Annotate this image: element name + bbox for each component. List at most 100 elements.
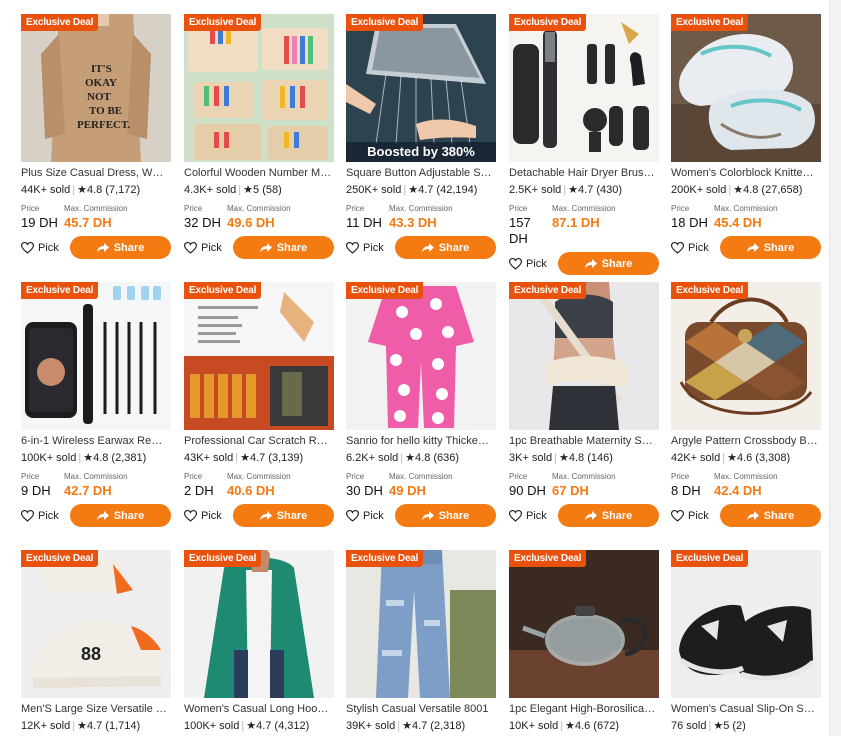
product-card[interactable]: IT'S OKAY NOT TO BE PERFECT. Exclusive D… [21, 14, 171, 259]
pick-button[interactable]: Pick [184, 509, 233, 522]
product-image[interactable]: Exclusive Deal [509, 282, 659, 430]
product-title[interactable]: Detachable Hair Dryer Brush, ... [509, 167, 657, 180]
product-title[interactable]: Men'S Large Size Versatile Chi... [21, 703, 169, 716]
product-title[interactable]: Women's Casual Long Hoode... [184, 703, 332, 716]
product-card[interactable]: Exclusive Deal Colorful Wooden Number Ma… [184, 14, 334, 259]
product-card[interactable]: Exclusive Deal Argyle Pattern Crossbody … [671, 282, 821, 527]
product-card[interactable]: 88 Exclusive Deal Men'S Large Size Versa… [21, 550, 171, 733]
product-image[interactable]: Exclusive Deal Boosted by 380% [346, 14, 496, 162]
pick-button[interactable]: Pick [671, 241, 720, 254]
share-button[interactable]: Share [558, 504, 659, 527]
product-card[interactable]: Exclusive Deal 1pc Elegant High-Borosili… [509, 550, 659, 733]
product-card[interactable]: Exclusive Deal Stylish Casual Versatile … [346, 550, 496, 733]
share-button[interactable]: Share [395, 504, 496, 527]
dress-print-text: IT'S [91, 63, 112, 75]
product-stats: 43K+ sold | ★4.7 (3,139) [184, 452, 304, 464]
product-image[interactable]: Exclusive Deal [509, 14, 659, 162]
sold-count: 12K+ sold [21, 720, 71, 732]
price-value: 9 DH [21, 483, 51, 498]
product-image[interactable]: Exclusive Deal [184, 282, 334, 430]
product-title[interactable]: Women's Colorblock Knitted S... [671, 167, 819, 180]
product-image[interactable]: IT'S OKAY NOT TO BE PERFECT. Exclusive D… [21, 14, 171, 162]
product-title[interactable]: Stylish Casual Versatile 8001 [346, 703, 494, 716]
pick-button[interactable]: Pick [184, 241, 233, 254]
product-card[interactable]: Exclusive Deal Sanrio for hello kitty Th… [346, 282, 496, 527]
price-label: Price [509, 472, 528, 481]
pick-button[interactable]: Pick [509, 257, 558, 270]
price-value: 90 DH [509, 483, 546, 498]
product-image[interactable]: Exclusive Deal [184, 14, 334, 162]
share-button[interactable]: Share [558, 252, 659, 275]
share-button[interactable]: Share [70, 236, 171, 259]
exclusive-deal-badge: Exclusive Deal [346, 550, 424, 567]
share-label: Share [601, 257, 633, 270]
product-title[interactable]: Women's Casual Slip-On Snea... [671, 703, 819, 716]
product-image[interactable]: Exclusive Deal [509, 550, 659, 698]
product-image[interactable]: Exclusive Deal [346, 550, 496, 698]
product-card[interactable]: Exclusive Deal 1pc Breathable Maternity … [509, 282, 659, 527]
share-button[interactable]: Share [233, 236, 334, 259]
share-arrow-icon [746, 242, 759, 252]
product-title[interactable]: 1pc Breathable Maternity Sup... [509, 435, 657, 448]
product-stats: 250K+ sold | ★4.7 (42,194) [346, 184, 478, 196]
product-card[interactable]: Exclusive Deal 6-in-1 Wireless Earwax Re… [21, 282, 171, 527]
product-title[interactable]: Colorful Wooden Number Matc... [184, 167, 332, 180]
share-button[interactable]: Share [395, 236, 496, 259]
commission-value: 42.4 DH [714, 483, 762, 498]
product-image[interactable]: Exclusive Deal [346, 282, 496, 430]
sold-count: 39K+ sold [346, 720, 396, 732]
share-label: Share [438, 509, 470, 522]
share-button[interactable]: Share [70, 504, 171, 527]
product-stats: 42K+ sold | ★4.6 (3,308) [671, 452, 791, 464]
product-title[interactable]: Sanrio for hello kitty Thickene... [346, 435, 494, 448]
product-stats: 76 sold | ★5 (2) [671, 720, 746, 732]
product-image[interactable]: Exclusive Deal [671, 14, 821, 162]
product-card[interactable]: Exclusive Deal Women's Colorblock Knitte… [671, 14, 821, 259]
price-label: Price [21, 472, 40, 481]
commission-label: Max. Commission [552, 204, 616, 213]
rating: ★4.7 (42,194) [408, 184, 478, 196]
product-card[interactable]: Exclusive Deal Detachable Hair Dryer Bru… [509, 14, 659, 275]
pick-button[interactable]: Pick [21, 241, 70, 254]
rating: ★4.7 (430) [568, 184, 623, 196]
pick-button[interactable]: Pick [509, 509, 558, 522]
product-card[interactable]: Exclusive Deal Women's Casual Slip-On Sn… [671, 550, 821, 733]
share-label: Share [276, 509, 308, 522]
pick-button[interactable]: Pick [346, 241, 395, 254]
share-button[interactable]: Share [720, 236, 821, 259]
exclusive-deal-badge: Exclusive Deal [21, 14, 99, 31]
share-label: Share [763, 509, 795, 522]
product-card[interactable]: Exclusive Deal Boosted by 380% Square Bu… [346, 14, 496, 259]
pick-button[interactable]: Pick [671, 509, 720, 522]
rating: ★5 (58) [243, 184, 282, 196]
price-value: 32 DH [184, 215, 221, 230]
product-title[interactable]: Plus Size Casual Dress, Women's... [21, 167, 169, 180]
product-title[interactable]: 6-in-1 Wireless Earwax Remov... [21, 435, 169, 448]
product-title[interactable]: Square Button Adjustable Show... [346, 167, 494, 180]
share-button[interactable]: Share [720, 504, 821, 527]
price-value: 8 DH [671, 483, 701, 498]
share-button[interactable]: Share [233, 504, 334, 527]
exclusive-deal-badge: Exclusive Deal [671, 550, 749, 567]
product-image[interactable]: 88 Exclusive Deal [21, 550, 171, 698]
heart-icon [184, 509, 197, 522]
product-image[interactable]: Exclusive Deal [671, 550, 821, 698]
product-title[interactable]: Professional Car Scratch Remo... [184, 435, 332, 448]
product-image[interactable]: Exclusive Deal [21, 282, 171, 430]
product-card[interactable]: Exclusive Deal Women's Casual Long Hoode… [184, 550, 334, 733]
pick-button[interactable]: Pick [21, 509, 70, 522]
share-arrow-icon [421, 510, 434, 520]
vertical-scrollbar[interactable] [829, 0, 841, 736]
rating: ★4.7 (3,139) [240, 452, 304, 464]
price-label: Price [346, 472, 365, 481]
product-stats: 3K+ sold | ★4.8 (146) [509, 452, 613, 464]
product-image[interactable]: Exclusive Deal [671, 282, 821, 430]
heart-icon [21, 509, 34, 522]
product-title[interactable]: 1pc Elegant High-Borosilicate ... [509, 703, 657, 716]
product-card[interactable]: Exclusive Deal Professional Car Scratch … [184, 282, 334, 527]
heart-icon [346, 241, 359, 254]
pick-button[interactable]: Pick [346, 509, 395, 522]
product-title[interactable]: Argyle Pattern Crossbody Bag,... [671, 435, 819, 448]
pick-label: Pick [201, 509, 222, 522]
product-image[interactable]: Exclusive Deal [184, 550, 334, 698]
